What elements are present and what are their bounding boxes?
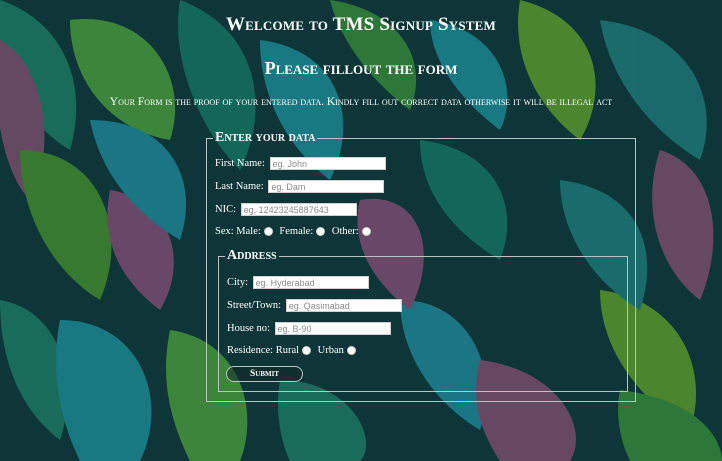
house-row: House no:: [227, 322, 391, 335]
sex-option-male-label: Male:: [236, 226, 261, 237]
street-row: Street/Town:: [227, 299, 402, 312]
city-input[interactable]: [252, 276, 369, 289]
sex-male-radio[interactable]: [263, 227, 273, 237]
last-name-row: Last Name:: [215, 180, 385, 193]
sex-female-radio[interactable]: [316, 227, 326, 237]
residence-label: Residence:: [227, 345, 274, 356]
last-name-input[interactable]: [268, 180, 385, 193]
residence-rural-radio[interactable]: [302, 346, 312, 356]
sex-other-radio[interactable]: [361, 227, 371, 237]
sex-option-other-label: Other:: [331, 226, 359, 237]
city-row: City:: [227, 276, 369, 289]
sex-option-female-label: Female:: [279, 226, 314, 237]
house-input[interactable]: [274, 322, 391, 335]
residence-row: Residence: Rural Urban: [227, 345, 360, 356]
sex-label: Sex:: [215, 226, 234, 237]
data-legend: Enter your data: [215, 130, 316, 145]
submit-button[interactable]: Submit: [226, 366, 303, 382]
sex-row: Sex: Male: Female: Other:: [215, 226, 375, 237]
residence-option-rural-label: Rural: [275, 345, 300, 356]
nic-input[interactable]: [240, 203, 357, 216]
last-name-label: Last Name:: [215, 180, 264, 192]
city-label: City:: [227, 276, 249, 288]
house-label: House no:: [227, 322, 270, 334]
nic-row: NIC:: [215, 203, 357, 216]
nic-label: NIC:: [215, 203, 236, 215]
residence-urban-radio[interactable]: [346, 346, 356, 356]
signup-page: Welcome to TMS Signup System Please fill…: [0, 0, 722, 461]
street-label: Street/Town:: [227, 299, 282, 311]
form-notice: Your Form is the proof of your entered d…: [109, 96, 613, 108]
first-name-input[interactable]: [269, 157, 386, 170]
address-legend: Address: [227, 248, 277, 263]
street-input[interactable]: [285, 299, 402, 312]
residence-option-urban-label: Urban: [317, 345, 344, 356]
page-subtitle: Please fillout the form: [264, 58, 458, 78]
first-name-row: First Name:: [215, 157, 386, 170]
page-title: Welcome to TMS Signup System: [225, 14, 496, 35]
first-name-label: First Name:: [215, 157, 265, 169]
